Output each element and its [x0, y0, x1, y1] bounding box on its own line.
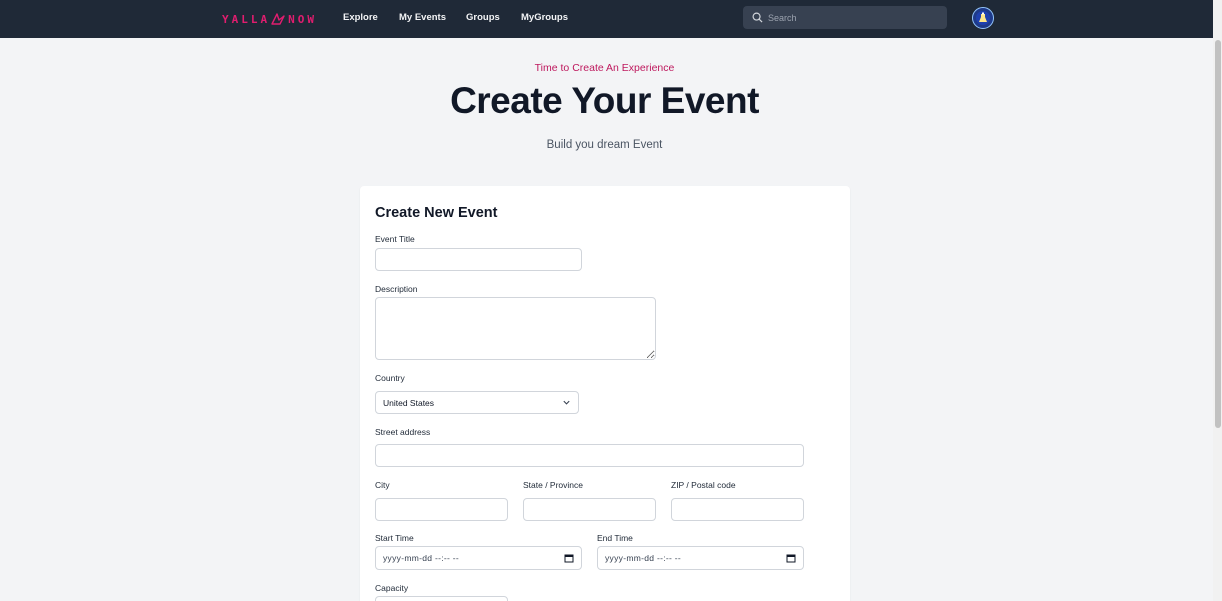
- start-time-label: Start Time: [375, 533, 414, 543]
- street-address-input[interactable]: [375, 444, 804, 467]
- state-label: State / Province: [523, 480, 584, 490]
- start-time-placeholder: yyyy-mm-dd --:-- --: [383, 553, 460, 563]
- hero-kicker: Time to Create An Experience: [534, 62, 675, 74]
- capacity-label: Capacity: [375, 583, 409, 593]
- city-input[interactable]: [375, 498, 508, 521]
- create-event-card: Create New Event Event Title Description…: [360, 186, 850, 601]
- logo[interactable]: YALLA NOW: [222, 10, 317, 28]
- avatar[interactable]: [972, 7, 994, 29]
- end-time-input[interactable]: yyyy-mm-dd --:-- --: [597, 546, 804, 570]
- search-input[interactable]: [768, 12, 938, 23]
- event-title-label: Event Title: [375, 234, 415, 244]
- event-title-input[interactable]: [375, 248, 582, 271]
- zip-label: ZIP / Postal code: [671, 480, 736, 490]
- city-label: City: [375, 480, 390, 490]
- top-navbar: YALLA NOW Explore My Events Groups MyGro…: [0, 0, 1213, 38]
- street-address-label: Street address: [375, 427, 431, 437]
- country-select[interactable]: United States: [375, 391, 579, 414]
- logo-text-right: NOW: [288, 12, 317, 26]
- bird-logo-icon: [271, 13, 285, 25]
- description-label: Description: [375, 284, 418, 294]
- hero-subtitle: Build you dream Event: [546, 139, 663, 151]
- zip-input[interactable]: [671, 498, 804, 521]
- scrollbar-thumb[interactable]: [1215, 40, 1221, 428]
- description-textarea[interactable]: [375, 297, 656, 360]
- capacity-input[interactable]: [375, 596, 508, 601]
- calendar-icon[interactable]: [564, 553, 574, 563]
- search-icon: [752, 12, 763, 23]
- nav-link-explore[interactable]: Explore: [343, 12, 378, 23]
- nav-link-my-events[interactable]: My Events: [399, 12, 446, 23]
- logo-text-left: YALLA: [222, 12, 271, 26]
- page-scrollbar[interactable]: [1213, 0, 1222, 601]
- state-input[interactable]: [523, 498, 656, 521]
- page-title: Create Your Event: [450, 80, 759, 121]
- country-label: Country: [375, 373, 405, 383]
- avatar-icon: [976, 11, 990, 25]
- country-selected-value: United States: [383, 397, 435, 408]
- end-time-label: End Time: [597, 533, 633, 543]
- end-time-placeholder: yyyy-mm-dd --:-- --: [605, 553, 682, 563]
- nav-link-mygroups[interactable]: MyGroups: [521, 12, 568, 23]
- start-time-input[interactable]: yyyy-mm-dd --:-- --: [375, 546, 582, 570]
- calendar-icon[interactable]: [786, 553, 796, 563]
- nav-link-groups[interactable]: Groups: [466, 12, 500, 23]
- search-box[interactable]: [743, 6, 947, 29]
- form-title: Create New Event: [375, 205, 498, 221]
- chevron-down-icon: [563, 400, 570, 405]
